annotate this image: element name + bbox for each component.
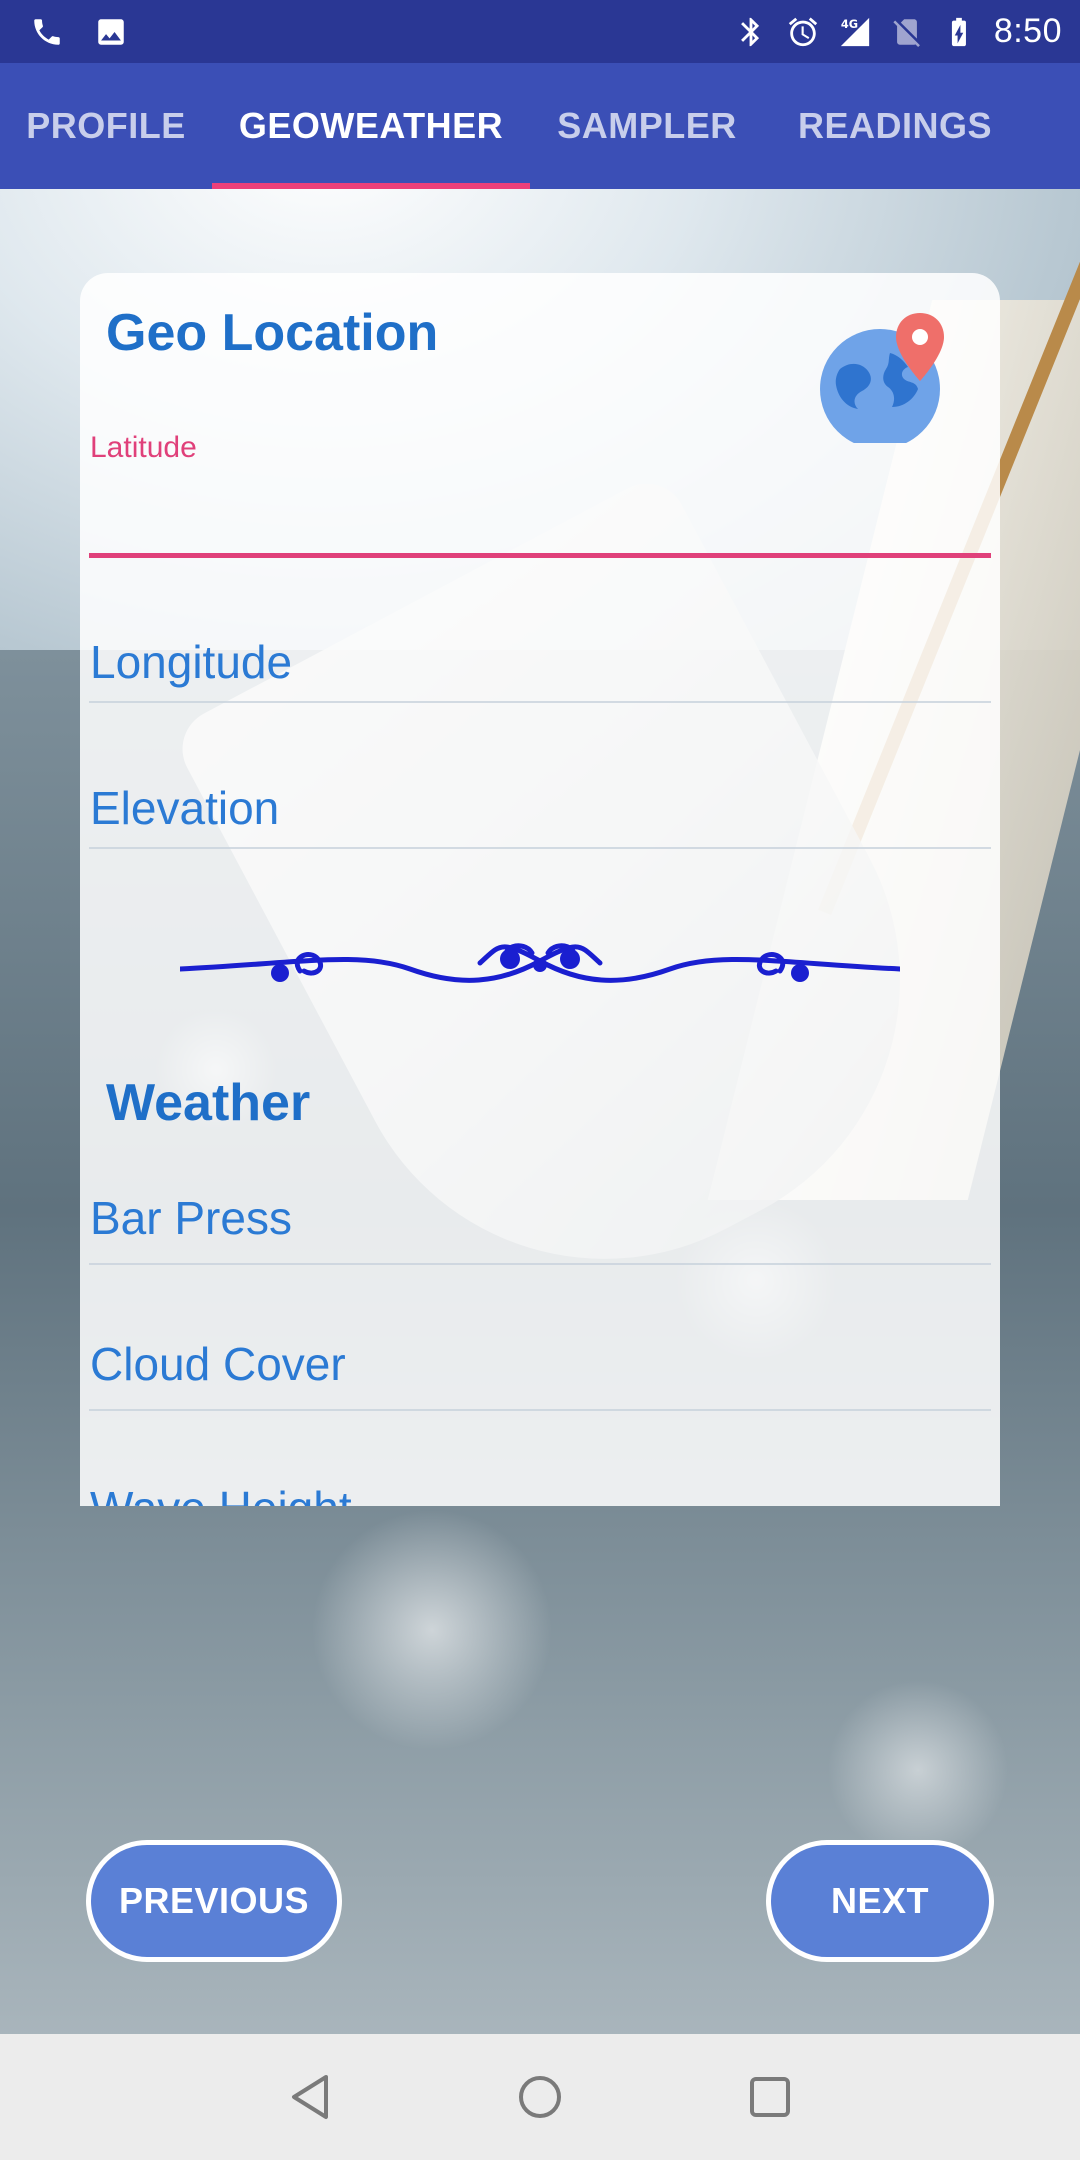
- ornamental-divider: [180, 943, 900, 983]
- weather-heading: Weather: [106, 1074, 311, 1132]
- alarm-icon: [786, 15, 820, 49]
- image-icon: [94, 15, 128, 49]
- longitude-underline: [89, 701, 991, 703]
- bar-press-underline: [89, 1263, 991, 1265]
- geo-location-heading: Geo Location: [106, 304, 439, 362]
- status-bar: 4G 8:50: [0, 0, 1080, 63]
- tab-readings[interactable]: READINGS: [764, 63, 1026, 189]
- no-sim-icon: [890, 15, 924, 49]
- elevation-underline: [89, 847, 991, 849]
- tab-bar: PROFILE GEOWEATHER SAMPLER READINGS: [0, 63, 1080, 189]
- tab-geoweather[interactable]: GEOWEATHER: [212, 63, 530, 189]
- battery-charging-icon: [942, 15, 976, 49]
- latitude-label: Latitude: [90, 431, 197, 464]
- recents-icon[interactable]: [740, 2067, 800, 2127]
- home-icon[interactable]: [510, 2067, 570, 2127]
- geoweather-card: Geo Location Latitude Longitude Elevatio…: [80, 273, 1000, 1506]
- tab-profile[interactable]: PROFILE: [0, 63, 212, 189]
- network-4g-icon: 4G: [838, 15, 872, 49]
- clock: 8:50: [993, 12, 1062, 50]
- bar-press-input[interactable]: Bar Press: [90, 1191, 292, 1245]
- svg-text:4G: 4G: [841, 16, 858, 30]
- elevation-input[interactable]: Elevation: [90, 781, 279, 835]
- phone-icon: [30, 15, 64, 49]
- system-nav-bar: [0, 2034, 1080, 2160]
- bluetooth-icon: [734, 15, 768, 49]
- previous-button[interactable]: PREVIOUS: [86, 1840, 342, 1962]
- wave-height-input[interactable]: Wave Height: [90, 1481, 352, 1506]
- tab-sampler[interactable]: SAMPLER: [530, 63, 764, 189]
- longitude-input[interactable]: Longitude: [90, 635, 292, 689]
- cloud-cover-input[interactable]: Cloud Cover: [90, 1337, 346, 1391]
- cloud-cover-underline: [89, 1409, 991, 1411]
- next-button[interactable]: NEXT: [766, 1840, 994, 1962]
- globe-map-pin-icon: [820, 313, 944, 443]
- latitude-input[interactable]: [89, 553, 991, 558]
- back-icon[interactable]: [280, 2067, 340, 2127]
